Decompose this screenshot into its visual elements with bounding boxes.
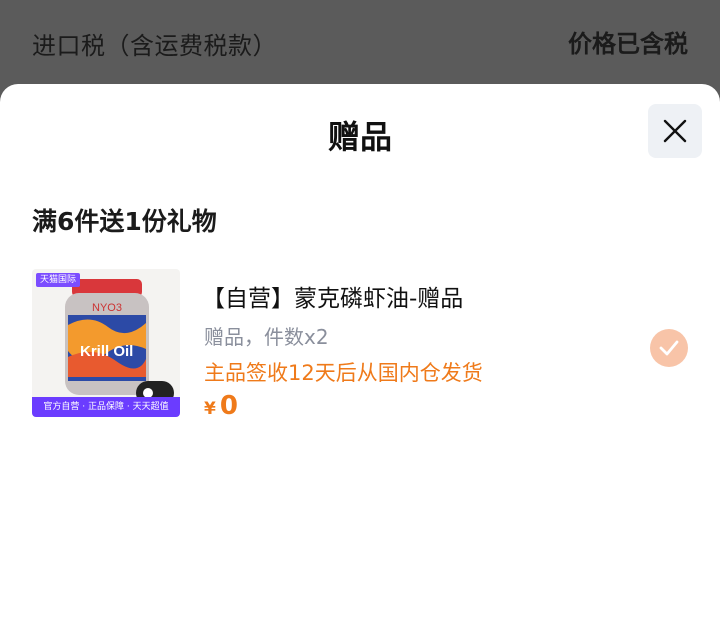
bottle-label-text: Krill Oil bbox=[80, 343, 134, 360]
thumb-footer-banner: 官方自营 · 正品保障 · 天天超值 bbox=[32, 397, 180, 417]
promo-title: 满6件送1份礼物 bbox=[32, 207, 217, 236]
close-icon bbox=[663, 119, 687, 143]
import-tax-label: 进口税（含运费税款） bbox=[32, 32, 277, 60]
gift-product-item[interactable]: NYO3 天猫国际 Krill Oil 官方自营 · 正品保障 · 天天超值 【… bbox=[32, 269, 688, 421]
checkmark-icon bbox=[659, 340, 679, 356]
product-price: ¥0 bbox=[204, 391, 238, 421]
product-quantity: 赠品，件数x2 bbox=[204, 325, 329, 349]
product-thumbnail[interactable]: NYO3 天猫国际 Krill Oil 官方自营 · 正品保障 · 天天超值 bbox=[32, 269, 180, 417]
selected-check-button[interactable] bbox=[650, 329, 688, 367]
tax-included-label: 价格已含税 bbox=[568, 30, 688, 58]
gift-bottom-sheet: 赠品 满6件送1份礼物 NYO3 天猫国际 Krill Oil 官方自营 · 正… bbox=[0, 84, 720, 639]
currency-symbol: ¥ bbox=[204, 399, 216, 419]
svg-text:NYO3: NYO3 bbox=[92, 302, 122, 314]
product-name: 【自营】蒙克磷虾油-赠品 bbox=[202, 286, 464, 312]
shipping-note: 主品签收12天后从国内仓发货 bbox=[204, 361, 483, 385]
price-value: 0 bbox=[219, 391, 238, 421]
tmall-global-badge: 天猫国际 bbox=[36, 273, 81, 287]
sheet-title: 赠品 bbox=[327, 118, 392, 156]
close-button[interactable] bbox=[648, 104, 702, 158]
